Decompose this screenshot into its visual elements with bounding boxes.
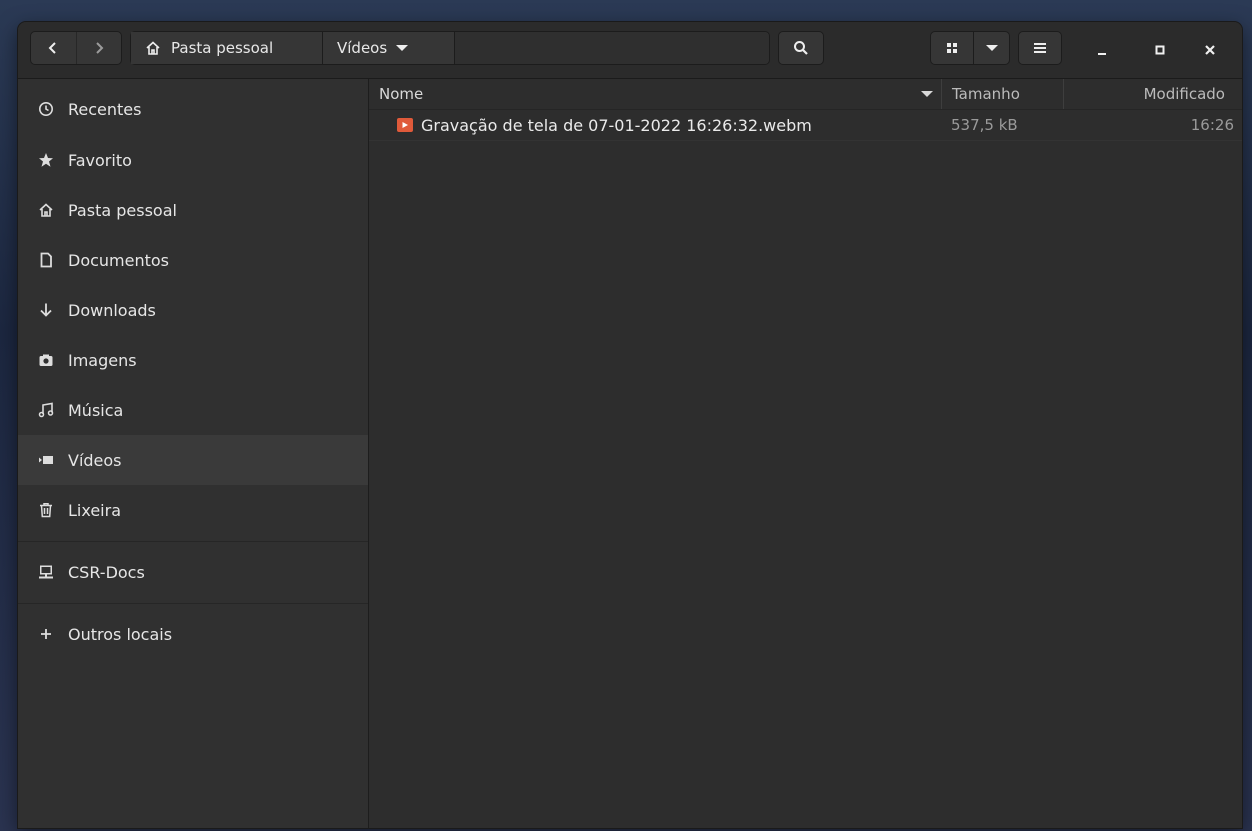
trash-icon [36, 500, 56, 520]
close-icon [1205, 45, 1215, 55]
sidebar-item-label: Recentes [68, 99, 142, 119]
star-icon [36, 150, 56, 170]
grid-view-button[interactable] [931, 32, 973, 64]
sidebar-item-lixeira[interactable]: Lixeira [18, 485, 368, 535]
breadcrumb-current-label: Vídeos [337, 39, 388, 57]
sidebar-item-videos[interactable]: Vídeos [18, 435, 368, 485]
close-button[interactable] [1198, 38, 1222, 62]
grid-icon [947, 43, 958, 53]
file-list-view: Nome Tamanho Modificado Gravação de tela… [369, 79, 1242, 828]
column-headers: Nome Tamanho Modificado [369, 79, 1242, 110]
sidebar: Recentes Favorito Pasta pessoal Document… [18, 79, 369, 828]
search-icon [794, 41, 808, 55]
sidebar-item-csr-docs[interactable]: CSR-Docs [18, 547, 368, 597]
file-name: Gravação de tela de 07-01-2022 16:26:32.… [421, 115, 812, 135]
sidebar-separator [18, 603, 368, 604]
sidebar-item-label: Vídeos [68, 450, 122, 470]
sidebar-item-downloads[interactable]: Downloads [18, 285, 368, 335]
sidebar-item-recentes[interactable]: Recentes [18, 84, 368, 134]
sidebar-item-label: Música [68, 400, 124, 420]
sidebar-item-favorito[interactable]: Favorito [18, 135, 368, 185]
hamburger-icon [1034, 43, 1046, 53]
path-bar-empty-area [455, 32, 769, 64]
maximize-button[interactable] [1148, 38, 1172, 62]
table-row[interactable]: Gravação de tela de 07-01-2022 16:26:32.… [369, 110, 1242, 141]
network-drive-icon [36, 562, 56, 582]
sidebar-item-label: CSR-Docs [68, 562, 145, 582]
download-icon [36, 300, 56, 320]
document-icon [36, 250, 56, 270]
camera-icon [36, 350, 56, 370]
chevron-down-icon [396, 45, 409, 51]
file-manager-window: Pasta pessoal Vídeos Recentes Favorito P… [18, 22, 1242, 828]
sidebar-item-pasta-pessoal[interactable]: Pasta pessoal [18, 185, 368, 235]
sidebar-item-outros-locais[interactable]: Outros locais [18, 609, 368, 659]
header-bar: Pasta pessoal Vídeos [18, 22, 1242, 79]
clock-icon [36, 99, 56, 119]
sidebar-item-musica[interactable]: Música [18, 385, 368, 435]
sidebar-item-imagens[interactable]: Imagens [18, 335, 368, 385]
sidebar-item-label: Lixeira [68, 500, 122, 520]
chevron-right-icon [96, 42, 104, 54]
sidebar-item-label: Documentos [68, 250, 170, 270]
sidebar-item-label: Outros locais [68, 624, 173, 644]
sort-arrow-icon[interactable] [917, 79, 937, 109]
minimize-icon [1098, 53, 1106, 55]
breadcrumb-home[interactable]: Pasta pessoal [131, 32, 323, 64]
breadcrumb-current[interactable]: Vídeos [323, 32, 455, 64]
maximize-icon [1155, 45, 1165, 55]
sidebar-item-documentos[interactable]: Documentos [18, 235, 368, 285]
home-icon [36, 200, 56, 220]
file-name-cell: Gravação de tela de 07-01-2022 16:26:32.… [397, 110, 812, 140]
forward-button[interactable] [75, 32, 122, 64]
chevron-left-icon [48, 42, 56, 54]
back-button[interactable] [31, 32, 76, 64]
sidebar-item-label: Imagens [68, 350, 137, 370]
view-options [930, 31, 1010, 65]
video-file-icon [397, 118, 413, 132]
music-icon [36, 400, 56, 420]
column-header-size[interactable]: Tamanho [941, 79, 1063, 109]
sidebar-separator [18, 541, 368, 542]
navigation-buttons [30, 31, 122, 65]
menu-button[interactable] [1018, 31, 1062, 65]
breadcrumb-home-label: Pasta pessoal [171, 39, 274, 57]
column-header-modified[interactable]: Modificado [1063, 79, 1233, 109]
video-icon [36, 450, 56, 470]
sidebar-item-label: Downloads [68, 300, 156, 320]
view-options-dropdown[interactable] [973, 32, 1009, 64]
chevron-down-icon [985, 45, 998, 51]
file-size: 537,5 kB [951, 116, 1018, 134]
column-header-name[interactable]: Nome [379, 79, 919, 109]
minimize-button[interactable] [1090, 38, 1114, 62]
file-modified: 16:26 [1190, 116, 1234, 134]
path-bar: Pasta pessoal Vídeos [130, 31, 770, 65]
home-icon [146, 41, 160, 55]
search-button[interactable] [778, 31, 824, 65]
sidebar-item-label: Favorito [68, 150, 132, 170]
sidebar-item-label: Pasta pessoal [68, 200, 177, 220]
plus-icon [36, 624, 56, 644]
